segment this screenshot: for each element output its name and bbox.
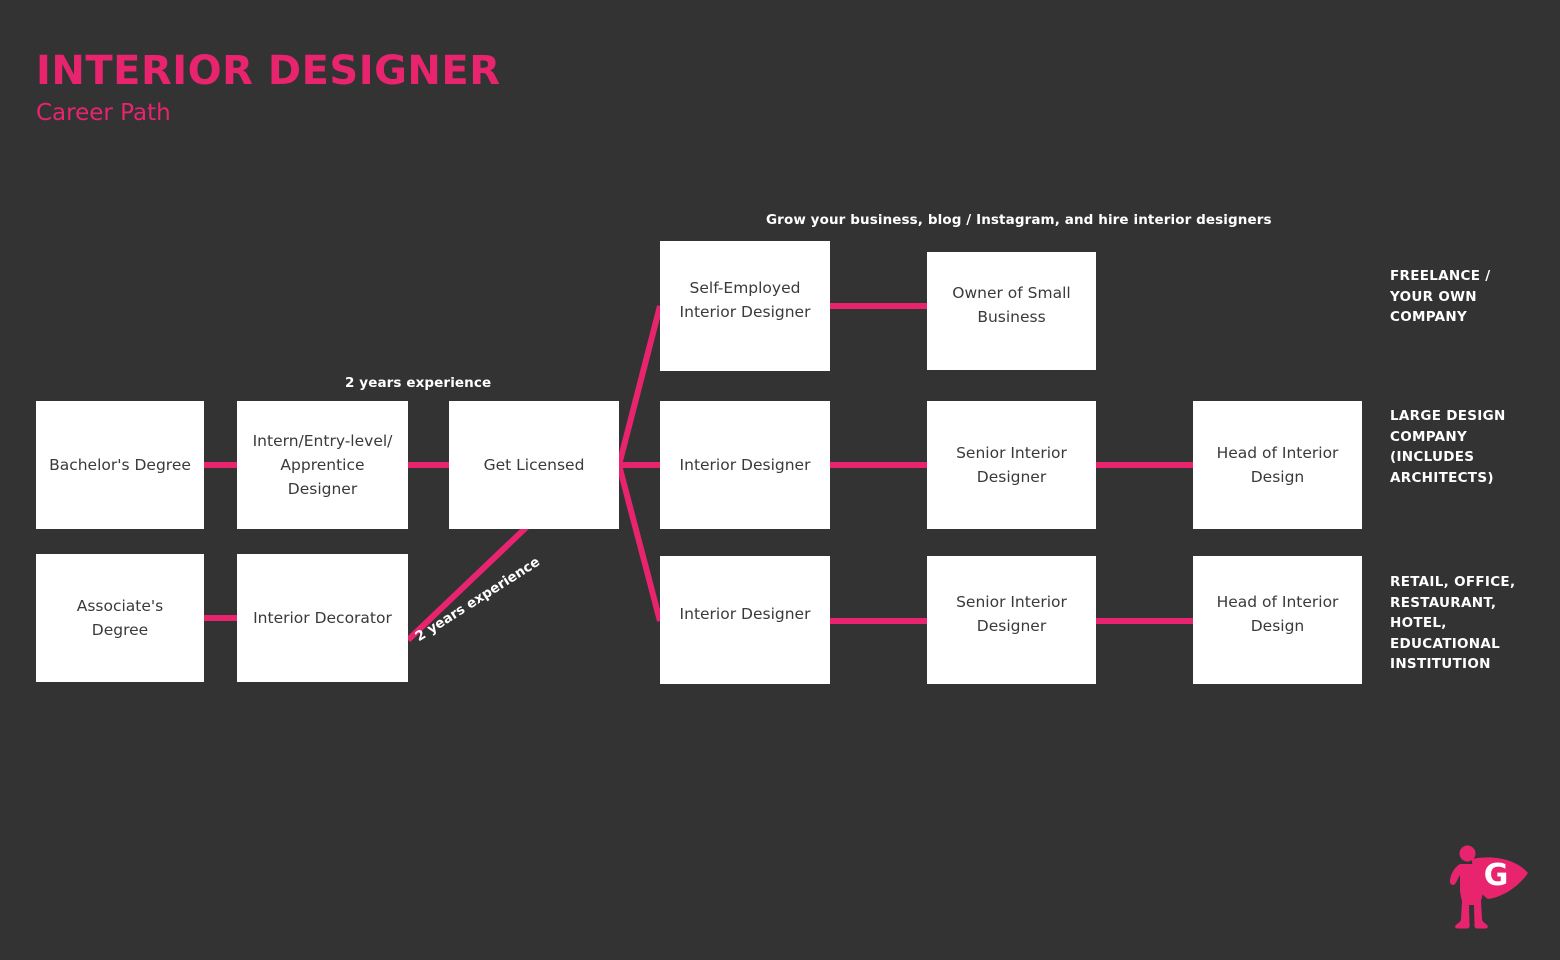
annotation-two-years-top: 2 years experience xyxy=(345,375,492,391)
node-label: Get Licensed xyxy=(483,455,585,474)
category-label-freelance: FREELANCE / YOUR OWN COMPANY xyxy=(1390,268,1491,326)
node-interior-decorator[interactable]: Interior Decorator xyxy=(237,554,408,682)
node-label: Self-Employed Interior Designer xyxy=(679,278,811,321)
brand-logo: G xyxy=(1449,845,1528,929)
logo-letter-g: G xyxy=(1484,858,1509,893)
node-label: Intern/Entry-level/ Apprentice Designer xyxy=(252,431,393,498)
node-intern-entry-apprentice[interactable]: Intern/Entry-level/ Apprentice Designer xyxy=(237,401,408,529)
node-bachelors-degree[interactable]: Bachelor's Degree xyxy=(36,401,204,529)
node-head-of-interior-design-mid[interactable]: Head of Interior Design xyxy=(1193,401,1362,529)
node-label: Owner of Small Business xyxy=(952,283,1071,326)
logo-head-shape xyxy=(1459,845,1476,862)
header: INTERIOR DESIGNER Career Path xyxy=(36,50,501,125)
page-subtitle: Career Path xyxy=(36,100,171,126)
node-senior-interior-designer-bottom[interactable]: Senior Interior Designer xyxy=(927,556,1096,684)
node-senior-interior-designer-mid[interactable]: Senior Interior Designer xyxy=(927,401,1096,529)
node-label: Head of Interior Design xyxy=(1216,443,1339,486)
node-label: Bachelor's Degree xyxy=(49,455,191,474)
annotation-two-years-diagonal: 2 years experience xyxy=(412,553,543,645)
node-interior-designer-bottom[interactable]: Interior Designer xyxy=(660,556,830,684)
node-interior-designer-mid[interactable]: Interior Designer xyxy=(660,401,830,529)
node-label: Senior Interior Designer xyxy=(956,443,1067,486)
node-label: Senior Interior Designer xyxy=(956,592,1067,635)
node-associates-degree[interactable]: Associate's Degree xyxy=(36,554,204,682)
connector-licensed-to-self-employed xyxy=(616,305,663,466)
node-label: Interior Designer xyxy=(679,604,811,623)
node-self-employed-interior-designer[interactable]: Self-Employed Interior Designer xyxy=(660,241,830,371)
connector-licensed-to-interior-designer-bottom xyxy=(616,464,663,622)
node-owner-of-small-business[interactable]: Owner of Small Business xyxy=(927,252,1096,370)
page-title: INTERIOR DESIGNER xyxy=(36,48,501,94)
career-path-infographic: INTERIOR DESIGNER Career Path Grow your … xyxy=(0,0,1560,960)
annotation-grow-business: Grow your business, blog / Instagram, an… xyxy=(766,212,1272,228)
category-label-retail-office: RETAIL, OFFICE, RESTAURANT, HOTEL, EDUCA… xyxy=(1390,574,1516,673)
node-label: Associate's Degree xyxy=(76,596,164,639)
node-label: Interior Decorator xyxy=(253,608,392,627)
category-label-large-design-company: LARGE DESIGN COMPANY (INCLUDES ARCHITECT… xyxy=(1390,408,1506,486)
node-label: Interior Designer xyxy=(679,455,811,474)
logo-torso-shape xyxy=(1449,864,1488,929)
node-get-licensed[interactable]: Get Licensed xyxy=(449,401,619,529)
node-head-of-interior-design-bottom[interactable]: Head of Interior Design xyxy=(1193,556,1362,684)
node-label: Head of Interior Design xyxy=(1216,592,1339,635)
